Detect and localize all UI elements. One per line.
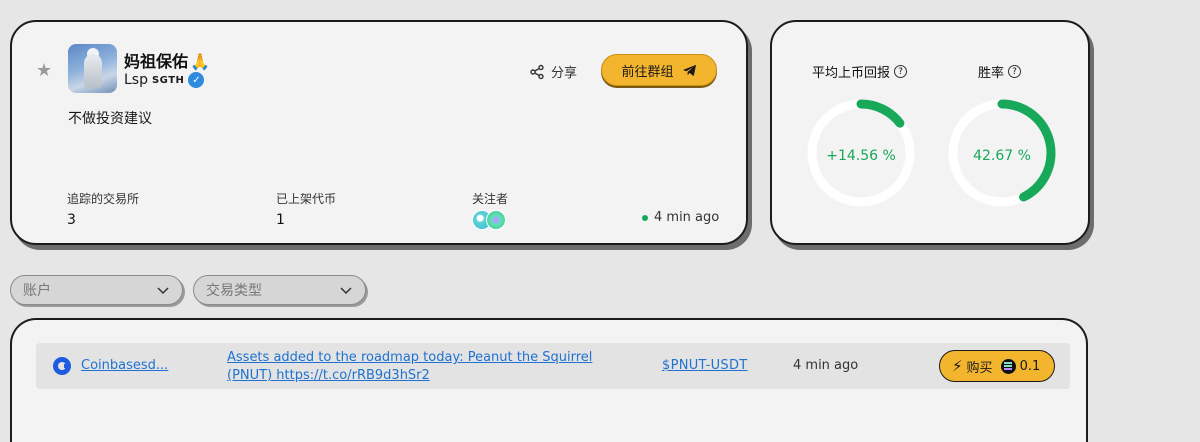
follower-avatar[interactable] bbox=[486, 210, 506, 230]
solana-icon bbox=[1000, 358, 1016, 374]
coinbase-icon bbox=[53, 357, 71, 375]
stat-label-exchanges: 追踪的交易所 bbox=[67, 192, 140, 206]
share-button[interactable]: 分享 bbox=[529, 62, 577, 81]
profile-handle: Lsp SGTH ✓ bbox=[124, 72, 205, 88]
buy-button[interactable]: ⚡ 购买 0.1 bbox=[939, 350, 1055, 382]
feed-row: Coinbasesd... Assets added to the roadma… bbox=[36, 343, 1070, 389]
handle-tag: SGTH bbox=[151, 74, 185, 86]
help-icon[interactable]: ? bbox=[1008, 65, 1022, 78]
profile-bio: 不做投资建议 bbox=[68, 111, 152, 127]
help-icon[interactable]: ? bbox=[894, 65, 908, 78]
telegram-icon bbox=[682, 64, 696, 76]
profile-card: ★ 妈祖保佑 🙏 Lsp SGTH ✓ 不做投资建议 分享 前往群组 追踪的交易所… bbox=[10, 20, 748, 245]
stat-label-followers: 关注者 bbox=[472, 192, 509, 206]
share-icon bbox=[530, 64, 544, 79]
stat-value-exchanges: 3 bbox=[67, 212, 76, 228]
stat-label-listed: 已上架代币 bbox=[276, 192, 337, 206]
verified-icon: ✓ bbox=[188, 72, 205, 88]
stats-card: 平均上币回报 ? +14.56 % 胜率 ? 42.67 % bbox=[770, 20, 1090, 245]
follower-avatars[interactable] bbox=[472, 210, 506, 230]
pair-link[interactable]: $PNUT-USDT bbox=[662, 358, 748, 373]
feed-card: Coinbasesd... Assets added to the roadma… bbox=[10, 318, 1088, 442]
stat-value-listed: 1 bbox=[276, 212, 285, 228]
star-icon[interactable]: ★ bbox=[36, 62, 54, 80]
avatar bbox=[68, 44, 117, 93]
go-to-group-button[interactable]: 前往群组 bbox=[601, 54, 717, 86]
account-select[interactable]: 账户 bbox=[10, 275, 183, 305]
lightning-icon: ⚡ bbox=[952, 357, 963, 375]
win-rate-value: 42.67 % bbox=[973, 148, 1031, 164]
avg-return-value: +14.56 % bbox=[826, 148, 896, 164]
avg-return-title: 平均上币回报 ? bbox=[812, 62, 908, 81]
profile-name: 妈祖保佑 🙏 bbox=[124, 52, 210, 71]
chevron-down-icon bbox=[157, 287, 169, 295]
pray-icon: 🙏 bbox=[190, 52, 210, 71]
win-rate-title: 胜率 ? bbox=[978, 62, 1022, 81]
chevron-down-icon bbox=[340, 287, 352, 295]
exchange-link[interactable]: Coinbasesd... bbox=[81, 358, 168, 373]
post-link[interactable]: Assets added to the roadmap today: Peanu… bbox=[227, 349, 597, 385]
row-time: 4 min ago bbox=[793, 358, 859, 373]
trade-type-select[interactable]: 交易类型 bbox=[193, 275, 366, 305]
online-dot-icon bbox=[642, 214, 648, 221]
last-active: 4 min ago bbox=[642, 210, 719, 225]
